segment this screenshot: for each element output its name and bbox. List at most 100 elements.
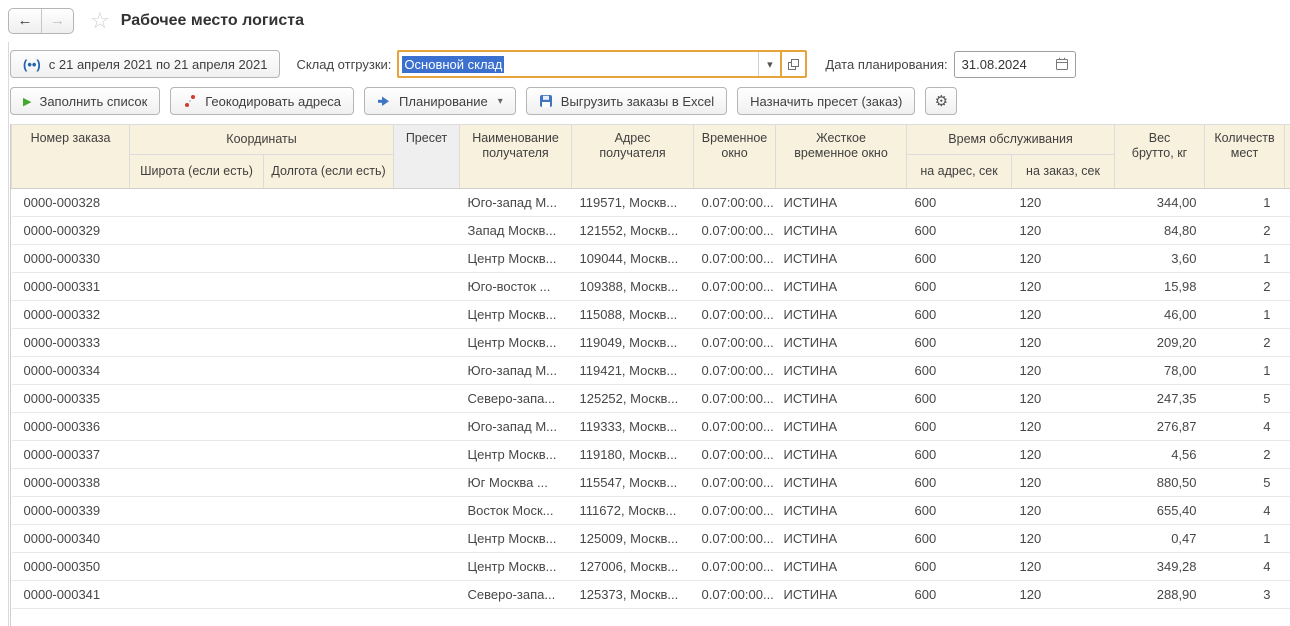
cell-places[interactable]: 5 bbox=[1205, 469, 1285, 497]
header-service-time-group[interactable]: Время обслуживания bbox=[907, 125, 1115, 155]
calendar-button[interactable] bbox=[1049, 52, 1075, 77]
cell-recipient[interactable]: Запад Москв... bbox=[460, 217, 572, 245]
header-places-count[interactable]: Количеств мест bbox=[1205, 125, 1285, 189]
cell-number[interactable]: 0000-000338 bbox=[12, 469, 130, 497]
cell-lon[interactable] bbox=[264, 385, 394, 413]
cell-service_order[interactable]: 120 bbox=[1012, 189, 1115, 217]
cell-places[interactable]: 2 bbox=[1205, 441, 1285, 469]
cell-address[interactable]: 125373, Москв... bbox=[572, 581, 694, 609]
cell-lon[interactable] bbox=[264, 441, 394, 469]
cell-places[interactable]: 4 bbox=[1205, 497, 1285, 525]
table-row[interactable]: 0000-000331Юго-восток ...109388, Москв..… bbox=[12, 273, 1290, 301]
table-row[interactable]: 0000-000328Юго-запад М...119571, Москв..… bbox=[12, 189, 1290, 217]
cell-lat[interactable] bbox=[130, 441, 264, 469]
cell-number[interactable]: 0000-000328 bbox=[12, 189, 130, 217]
cell-address[interactable]: 121552, Москв... bbox=[572, 217, 694, 245]
cell-number[interactable]: 0000-000333 bbox=[12, 329, 130, 357]
cell-hard_window[interactable]: ИСТИНА bbox=[776, 441, 907, 469]
cell-lon[interactable] bbox=[264, 245, 394, 273]
cell-recipient[interactable]: Центр Москв... bbox=[460, 329, 572, 357]
cell-service_order[interactable]: 120 bbox=[1012, 413, 1115, 441]
cell-hard_window[interactable]: ИСТИНА bbox=[776, 553, 907, 581]
header-preset[interactable]: Пресет bbox=[394, 125, 460, 189]
cell-number[interactable]: 0000-000335 bbox=[12, 385, 130, 413]
cell-service_order[interactable]: 120 bbox=[1012, 553, 1115, 581]
cell-service_order[interactable]: 120 bbox=[1012, 525, 1115, 553]
cell-sliver[interactable] bbox=[1285, 497, 1290, 525]
cell-service_address[interactable]: 600 bbox=[907, 245, 1012, 273]
cell-lat[interactable] bbox=[130, 301, 264, 329]
cell-lon[interactable] bbox=[264, 273, 394, 301]
cell-lon[interactable] bbox=[264, 553, 394, 581]
cell-lon[interactable] bbox=[264, 581, 394, 609]
table-row[interactable]: 0000-000332Центр Москв...115088, Москв..… bbox=[12, 301, 1290, 329]
cell-service_address[interactable]: 600 bbox=[907, 329, 1012, 357]
table-row[interactable]: 0000-000329Запад Москв...121552, Москв..… bbox=[12, 217, 1290, 245]
cell-weight[interactable]: 46,00 bbox=[1115, 301, 1205, 329]
cell-service_address[interactable]: 600 bbox=[907, 441, 1012, 469]
planning-date-value[interactable]: 31.08.2024 bbox=[955, 52, 1049, 77]
cell-lat[interactable] bbox=[130, 413, 264, 441]
header-latitude[interactable]: Широта (если есть) bbox=[130, 155, 264, 189]
cell-recipient[interactable]: Центр Москв... bbox=[460, 245, 572, 273]
cell-service_order[interactable]: 120 bbox=[1012, 273, 1115, 301]
cell-time_window[interactable]: 0.07:00:00... bbox=[694, 525, 776, 553]
cell-sliver[interactable] bbox=[1285, 413, 1290, 441]
cell-recipient[interactable]: Центр Москв... bbox=[460, 553, 572, 581]
cell-lat[interactable] bbox=[130, 357, 264, 385]
cell-weight[interactable]: 655,40 bbox=[1115, 497, 1205, 525]
cell-service_order[interactable]: 120 bbox=[1012, 245, 1115, 273]
cell-service_address[interactable]: 600 bbox=[907, 301, 1012, 329]
planning-date-field[interactable]: 31.08.2024 bbox=[954, 51, 1076, 78]
cell-lon[interactable] bbox=[264, 469, 394, 497]
cell-hard_window[interactable]: ИСТИНА bbox=[776, 581, 907, 609]
cell-recipient[interactable]: Восток Моск... bbox=[460, 497, 572, 525]
cell-sliver[interactable] bbox=[1285, 525, 1290, 553]
cell-preset[interactable] bbox=[394, 329, 460, 357]
cell-places[interactable]: 1 bbox=[1205, 525, 1285, 553]
cell-address[interactable]: 115088, Москв... bbox=[572, 301, 694, 329]
cell-sliver[interactable] bbox=[1285, 217, 1290, 245]
header-recipient-address[interactable]: Адрес получателя bbox=[572, 125, 694, 189]
table-row[interactable]: 0000-000335Северо-запа...125252, Москв..… bbox=[12, 385, 1290, 413]
cell-service_address[interactable]: 600 bbox=[907, 497, 1012, 525]
header-extra-column[interactable] bbox=[1285, 125, 1290, 189]
cell-hard_window[interactable]: ИСТИНА bbox=[776, 497, 907, 525]
cell-preset[interactable] bbox=[394, 469, 460, 497]
cell-sliver[interactable] bbox=[1285, 469, 1290, 497]
favorite-star-icon[interactable]: ☆ bbox=[90, 10, 110, 32]
cell-lat[interactable] bbox=[130, 469, 264, 497]
header-recipient-name[interactable]: Наименование получателя bbox=[460, 125, 572, 189]
cell-lat[interactable] bbox=[130, 245, 264, 273]
cell-preset[interactable] bbox=[394, 217, 460, 245]
cell-service_order[interactable]: 120 bbox=[1012, 301, 1115, 329]
cell-lat[interactable] bbox=[130, 273, 264, 301]
cell-hard_window[interactable]: ИСТИНА bbox=[776, 469, 907, 497]
cell-preset[interactable] bbox=[394, 245, 460, 273]
cell-number[interactable]: 0000-000340 bbox=[12, 525, 130, 553]
cell-time_window[interactable]: 0.07:00:00... bbox=[694, 497, 776, 525]
cell-lat[interactable] bbox=[130, 497, 264, 525]
cell-places[interactable]: 4 bbox=[1205, 553, 1285, 581]
cell-time_window[interactable]: 0.07:00:00... bbox=[694, 189, 776, 217]
cell-weight[interactable]: 4,56 bbox=[1115, 441, 1205, 469]
cell-lat[interactable] bbox=[130, 525, 264, 553]
cell-lon[interactable] bbox=[264, 189, 394, 217]
cell-lon[interactable] bbox=[264, 217, 394, 245]
cell-weight[interactable]: 349,28 bbox=[1115, 553, 1205, 581]
cell-address[interactable]: 119571, Москв... bbox=[572, 189, 694, 217]
cell-lat[interactable] bbox=[130, 189, 264, 217]
cell-service_order[interactable]: 120 bbox=[1012, 385, 1115, 413]
cell-time_window[interactable]: 0.07:00:00... bbox=[694, 357, 776, 385]
table-row[interactable]: 0000-000339Восток Моск...111672, Москв..… bbox=[12, 497, 1290, 525]
table-row[interactable]: 0000-000336Юго-запад М...119333, Москв..… bbox=[12, 413, 1290, 441]
cell-sliver[interactable] bbox=[1285, 441, 1290, 469]
period-filter-button[interactable]: (••) с 21 апреля 2021 по 21 апреля 2021 bbox=[10, 50, 280, 78]
cell-address[interactable]: 125009, Москв... bbox=[572, 525, 694, 553]
cell-weight[interactable]: 0,47 bbox=[1115, 525, 1205, 553]
cell-service_order[interactable]: 120 bbox=[1012, 441, 1115, 469]
cell-places[interactable]: 1 bbox=[1205, 245, 1285, 273]
cell-number[interactable]: 0000-000341 bbox=[12, 581, 130, 609]
cell-hard_window[interactable]: ИСТИНА bbox=[776, 245, 907, 273]
cell-address[interactable]: 111672, Москв... bbox=[572, 497, 694, 525]
